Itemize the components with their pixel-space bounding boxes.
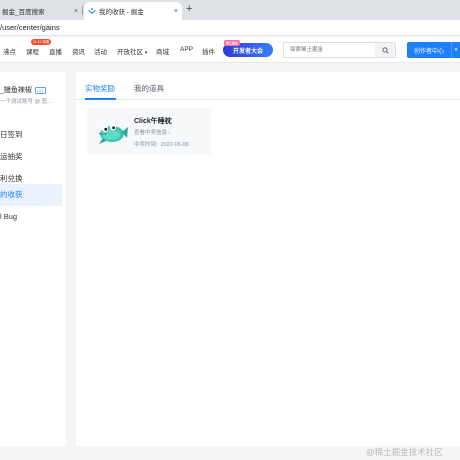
sidebar-item-bug[interactable]: l Bug: [0, 206, 62, 228]
prize-date: 中奖时间: 2022-06-09: [134, 140, 189, 148]
level-badge: LV1: [34, 86, 46, 94]
prize-card: Click午睡枕 查看中奖信息 › 中奖时间: 2022-06-09: [87, 108, 211, 155]
juejin-favicon-icon: [88, 7, 96, 15]
hot-badge: 11.11 特惠: [31, 39, 52, 45]
nav-item[interactable]: 商城: [156, 46, 169, 56]
browser-tab-juejin[interactable]: 我的收获 - 掘金 ×: [84, 2, 182, 20]
nav-item[interactable]: 沸点: [3, 46, 16, 56]
nav-item-open-community[interactable]: 开放社区 ▾: [117, 46, 147, 56]
search-icon: [381, 46, 389, 54]
creator-center-button[interactable]: 创作者中心: [407, 42, 451, 58]
close-tab-icon[interactable]: ×: [74, 8, 78, 15]
creator-dropdown-icon[interactable]: ▾: [451, 42, 460, 58]
nav-item[interactable]: 插件: [202, 46, 215, 56]
address-bar[interactable]: /user/center/gains: [0, 20, 460, 36]
nav-item[interactable]: 资讯: [72, 46, 85, 56]
sidebar-item-lottery[interactable]: 运抽奖: [0, 146, 62, 168]
sidebar-item-checkin[interactable]: 日签到: [0, 124, 62, 146]
banner-text: 开发者大会: [232, 48, 263, 55]
tab-title: 掘金_百度搜索: [2, 9, 45, 16]
tab-physical-rewards[interactable]: 实物奖励: [85, 83, 115, 94]
profile-description: 一个测试账号 @ 恶...: [0, 99, 52, 105]
search-box: [283, 42, 396, 58]
user-sidebar: _鳗鱼辣椒 LV1 一个测试账号 @ 恶... 日签到 运抽奖 利兑换 的收获 l…: [0, 72, 66, 446]
user-name[interactable]: _鳗鱼辣椒: [0, 87, 32, 94]
content-tabs: 实物奖励 我的道具: [76, 72, 460, 100]
nav-item[interactable]: 活动: [94, 46, 107, 56]
fish-pillow-image: [95, 118, 129, 146]
nav-item[interactable]: APP: [180, 46, 193, 53]
browser-tab-baidu[interactable]: 掘金_百度搜索 ×: [0, 2, 82, 20]
watermark: @稀土掘金技术社区: [366, 447, 443, 457]
conference-banner[interactable]: 稀土掘金 开发者大会: [223, 40, 273, 57]
sidebar-item-gains[interactable]: 的收获: [0, 184, 62, 206]
search-input[interactable]: [284, 43, 376, 57]
close-tab-icon[interactable]: ×: [174, 8, 178, 15]
tab-my-items[interactable]: 我的道具: [134, 83, 164, 94]
active-tab-indicator: [85, 98, 116, 100]
site-header: 沸点 11.11 特惠 课程 直播 资讯 活动 开放社区 ▾ 商城 APP 插件…: [0, 37, 460, 63]
nav-item[interactable]: 直播: [49, 46, 62, 56]
new-tab-icon[interactable]: +: [186, 3, 192, 15]
url-text[interactable]: /user/center/gains: [0, 23, 60, 32]
tab-separator: [82, 6, 83, 15]
prize-date-label: 中奖时间:: [134, 142, 158, 148]
prize-date-value: 2022-06-09: [160, 142, 189, 148]
gains-panel: 实物奖励 我的道具 Click午睡枕 查看中奖信息 › 中奖时间: 2022-0…: [76, 72, 460, 446]
browser-tab-bar: 掘金_百度搜索 × 我的收获 - 掘金 × +: [0, 0, 460, 20]
prize-title: Click午睡枕: [134, 118, 172, 125]
profile-name-row: _鳗鱼辣椒 LV1: [0, 85, 46, 95]
search-button[interactable]: [375, 43, 395, 57]
tab-title: 我的收获 - 掘金: [99, 9, 144, 16]
nav-label: 开放社区: [117, 49, 143, 56]
caret-down-icon: ▾: [144, 50, 148, 56]
nav-item[interactable]: 课程: [26, 46, 39, 56]
banner-ribbon: 稀土掘金: [224, 40, 241, 46]
view-prize-info-link[interactable]: 查看中奖信息 ›: [134, 128, 170, 136]
